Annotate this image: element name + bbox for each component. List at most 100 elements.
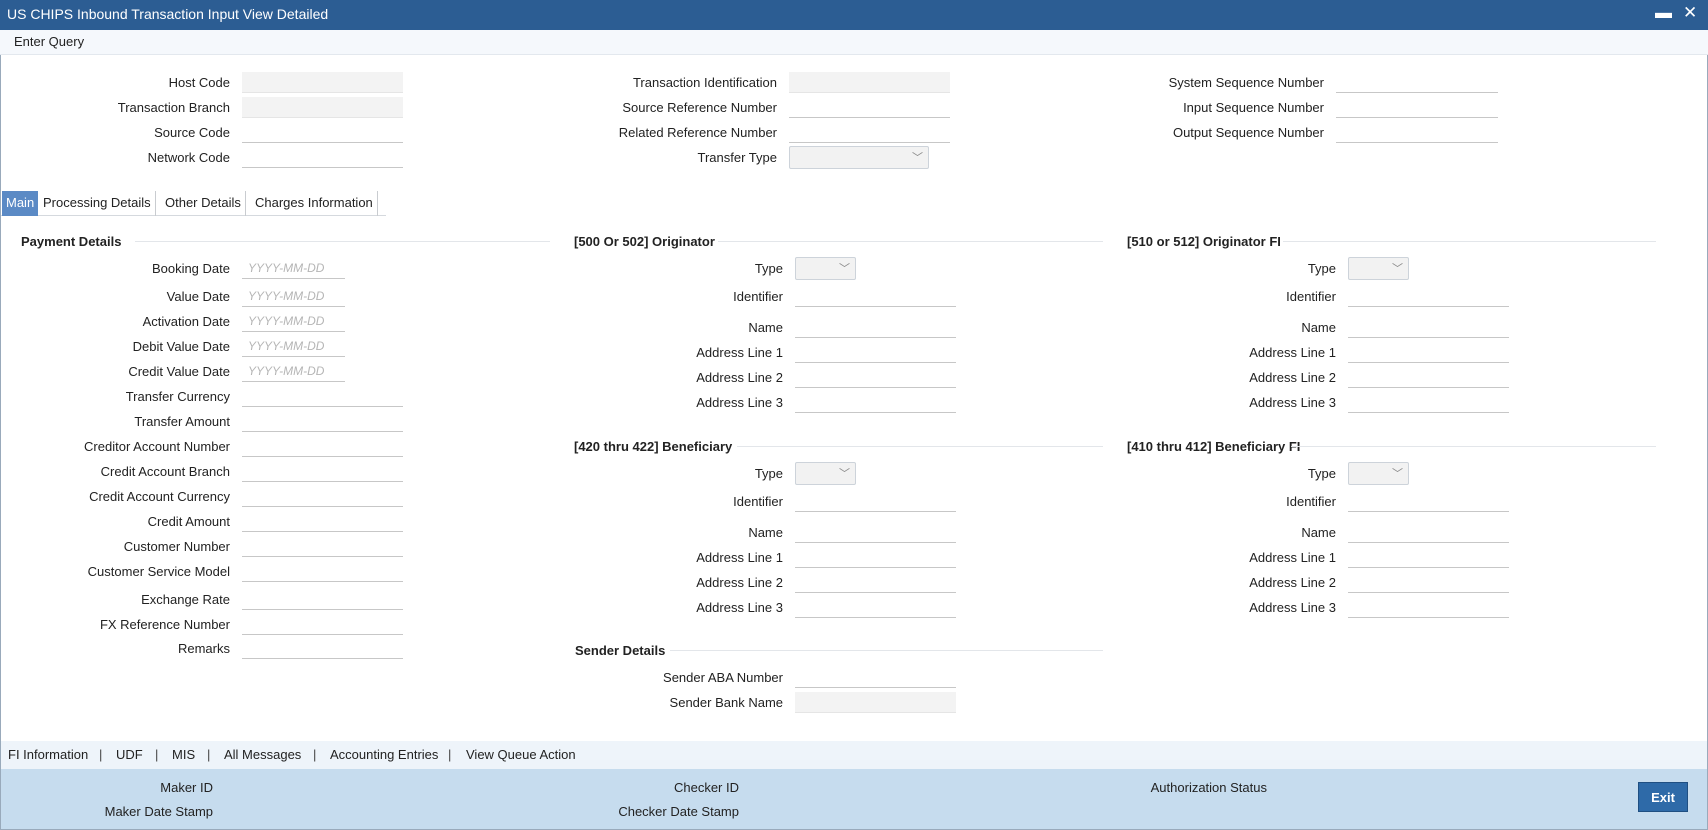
beneficiary-fi-address1-field[interactable] (1348, 547, 1509, 568)
related-reference-number-field[interactable] (789, 122, 950, 143)
chevron-down-icon: ﹀ (1392, 263, 1403, 275)
originator-fi-identifier-field[interactable] (1348, 286, 1509, 307)
beneficiary-fi-address2-field[interactable] (1348, 572, 1509, 593)
link-separator: | (99, 747, 103, 762)
chevron-down-icon: ﹀ (839, 263, 850, 275)
host-code-label: Host Code (168, 75, 230, 90)
customer-number-field[interactable] (242, 536, 403, 557)
activation-date-field[interactable] (242, 311, 345, 332)
enter-query-menu[interactable]: Enter Query (14, 34, 84, 49)
originator-address1-field[interactable] (795, 342, 956, 363)
section-divider (670, 650, 1103, 651)
section-divider (1283, 241, 1656, 242)
beneficiary-fi-type-label: Type (1307, 466, 1336, 481)
audit-footer: Maker ID Maker Date Stamp Checker ID Che… (0, 769, 1708, 830)
udf-link[interactable]: UDF (116, 747, 143, 762)
beneficiary-fi-address3-field[interactable] (1348, 597, 1509, 618)
value-date-field[interactable] (242, 286, 345, 307)
beneficiary-fi-address1-label: Address Line 1 (1249, 550, 1336, 565)
all-messages-link[interactable]: All Messages (224, 747, 301, 762)
beneficiary-name-field[interactable] (795, 522, 956, 543)
originator-type-select[interactable]: ﹀ (795, 257, 856, 280)
transfer-type-select[interactable]: ﹀ (789, 146, 929, 169)
tab-processing-details[interactable]: Processing Details (39, 191, 156, 216)
beneficiary-address3-field[interactable] (795, 597, 956, 618)
chevron-down-icon: ﹀ (912, 152, 923, 164)
beneficiary-identifier-label: Identifier (733, 494, 783, 509)
input-sequence-number-field[interactable] (1336, 97, 1498, 118)
accounting-entries-link[interactable]: Accounting Entries (330, 747, 438, 762)
credit-account-currency-label: Credit Account Currency (89, 489, 230, 504)
tab-other-details[interactable]: Other Details (161, 191, 246, 216)
section-divider (1291, 446, 1656, 447)
customer-number-label: Customer Number (123, 539, 230, 554)
tab-charges-information[interactable]: Charges Information (251, 191, 378, 216)
chevron-down-icon: ﹀ (839, 468, 850, 480)
booking-date-label: Booking Date (151, 261, 230, 276)
window-title-bar: US CHIPS Inbound Transaction Input View … (0, 0, 1708, 30)
fi-information-link[interactable]: FI Information (8, 747, 88, 762)
originator-fi-address2-field[interactable] (1348, 367, 1509, 388)
originator-fi-address1-field[interactable] (1348, 342, 1509, 363)
credit-account-currency-field[interactable] (242, 486, 403, 507)
exchange-rate-field[interactable] (242, 589, 403, 610)
credit-amount-field[interactable] (242, 511, 403, 532)
source-reference-number-field[interactable] (789, 97, 950, 118)
originator-fi-type-label: Type (1307, 261, 1336, 276)
beneficiary-type-select[interactable]: ﹀ (795, 462, 856, 485)
originator-name-field[interactable] (795, 317, 956, 338)
originator-fi-heading: [510 or 512] Originator FI (1127, 234, 1281, 249)
system-sequence-number-field[interactable] (1336, 72, 1498, 93)
debit-value-date-field[interactable] (242, 336, 345, 357)
bottom-link-bar: FI Information | UDF | MIS | All Message… (0, 741, 1708, 769)
originator-fi-address3-field[interactable] (1348, 392, 1509, 413)
credit-account-branch-field[interactable] (242, 461, 403, 482)
beneficiary-address1-field[interactable] (795, 547, 956, 568)
beneficiary-identifier-field[interactable] (795, 491, 956, 512)
originator-fi-name-field[interactable] (1348, 317, 1509, 338)
originator-fi-type-select[interactable]: ﹀ (1348, 257, 1409, 280)
beneficiary-fi-type-select[interactable]: ﹀ (1348, 462, 1409, 485)
transfer-amount-field[interactable] (242, 411, 403, 432)
network-code-field[interactable] (242, 147, 403, 168)
section-divider (135, 241, 550, 242)
booking-date-field[interactable] (242, 258, 345, 279)
originator-name-label: Name (748, 320, 783, 335)
credit-value-date-field[interactable] (242, 361, 345, 382)
credit-amount-label: Credit Amount (147, 514, 230, 529)
fx-reference-number-field[interactable] (242, 614, 403, 635)
creditor-account-number-field[interactable] (242, 436, 403, 457)
value-date-label: Value Date (166, 289, 230, 304)
originator-address3-field[interactable] (795, 392, 956, 413)
tab-main[interactable]: Main (2, 191, 39, 216)
credit-account-branch-label: Credit Account Branch (100, 464, 230, 479)
originator-identifier-field[interactable] (795, 286, 956, 307)
transfer-currency-field[interactable] (242, 386, 403, 407)
remarks-field[interactable] (242, 638, 403, 659)
mis-link[interactable]: MIS (172, 747, 195, 762)
exit-button[interactable]: Exit (1638, 782, 1688, 812)
originator-heading: [500 Or 502] Originator (574, 234, 715, 249)
customer-service-model-field[interactable] (242, 561, 403, 582)
source-code-label: Source Code (154, 125, 230, 140)
authorization-status-label: Authorization Status (1150, 780, 1267, 795)
minimize-icon[interactable]: ▬ (1655, 3, 1672, 23)
beneficiary-address2-field[interactable] (795, 572, 956, 593)
transaction-identification-field (789, 72, 950, 93)
beneficiary-fi-name-field[interactable] (1348, 522, 1509, 543)
tab-bar: Main Processing Details Other Details Ch… (0, 191, 386, 216)
beneficiary-fi-identifier-field[interactable] (1348, 491, 1509, 512)
view-queue-action-link[interactable]: View Queue Action (466, 747, 576, 762)
network-code-label: Network Code (147, 150, 230, 165)
transaction-branch-field (242, 97, 403, 118)
close-icon[interactable]: ✕ (1683, 3, 1697, 23)
sender-aba-number-field[interactable] (795, 667, 956, 688)
link-separator: | (448, 747, 452, 762)
beneficiary-address1-label: Address Line 1 (696, 550, 783, 565)
beneficiary-fi-identifier-label: Identifier (1286, 494, 1336, 509)
beneficiary-name-label: Name (748, 525, 783, 540)
output-sequence-number-field[interactable] (1336, 122, 1498, 143)
originator-address2-field[interactable] (795, 367, 956, 388)
originator-fi-address2-label: Address Line 2 (1249, 370, 1336, 385)
source-code-field[interactable] (242, 122, 403, 143)
